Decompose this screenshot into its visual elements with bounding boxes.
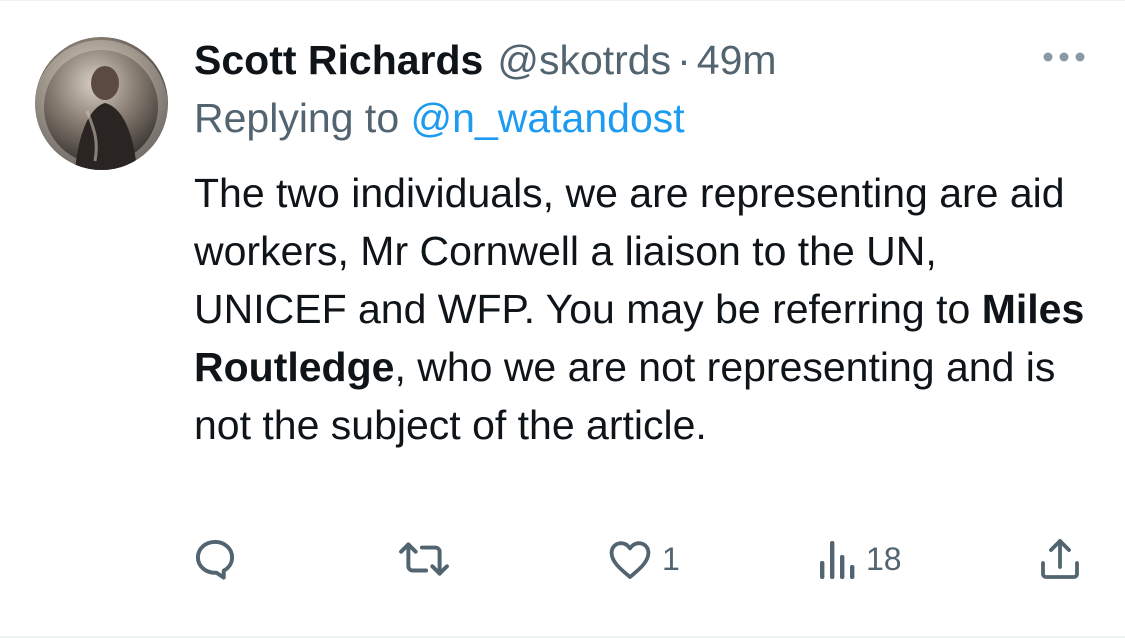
avatar[interactable] [35, 37, 168, 170]
reply-button[interactable] [190, 534, 240, 584]
retweet-icon [399, 542, 449, 576]
views-icon [820, 541, 855, 579]
tweet-text: The two individuals, we are representing… [194, 164, 1094, 454]
views-button[interactable]: 18 [816, 534, 902, 584]
like-count: 1 [662, 540, 680, 577]
display-name[interactable]: Scott Richards [194, 32, 483, 88]
replying-to: Replying to @n_watandost [194, 91, 685, 145]
top-divider [0, 0, 1125, 1]
like-button[interactable]: 1 [606, 534, 680, 584]
share-button[interactable] [1036, 534, 1084, 584]
reply-icon [195, 539, 235, 580]
timestamp[interactable]: 49m [697, 32, 777, 88]
separator-dot: · [677, 37, 691, 83]
user-handle[interactable]: @skotrds [497, 32, 671, 88]
retweet-button[interactable] [396, 534, 452, 584]
replying-to-link[interactable]: @n_watandost [411, 95, 685, 141]
replying-prefix: Replying to [194, 95, 411, 141]
tweet-text-part1: The two individuals, we are representing… [194, 170, 1065, 332]
avatar-photo [35, 40, 168, 170]
more-options-button[interactable] [1040, 42, 1088, 72]
heart-icon [609, 541, 651, 579]
share-icon [1041, 539, 1079, 579]
views-count: 18 [866, 540, 902, 577]
tweet-header: Scott Richards @skotrds · 49m [194, 32, 777, 88]
more-icon [1043, 52, 1085, 62]
